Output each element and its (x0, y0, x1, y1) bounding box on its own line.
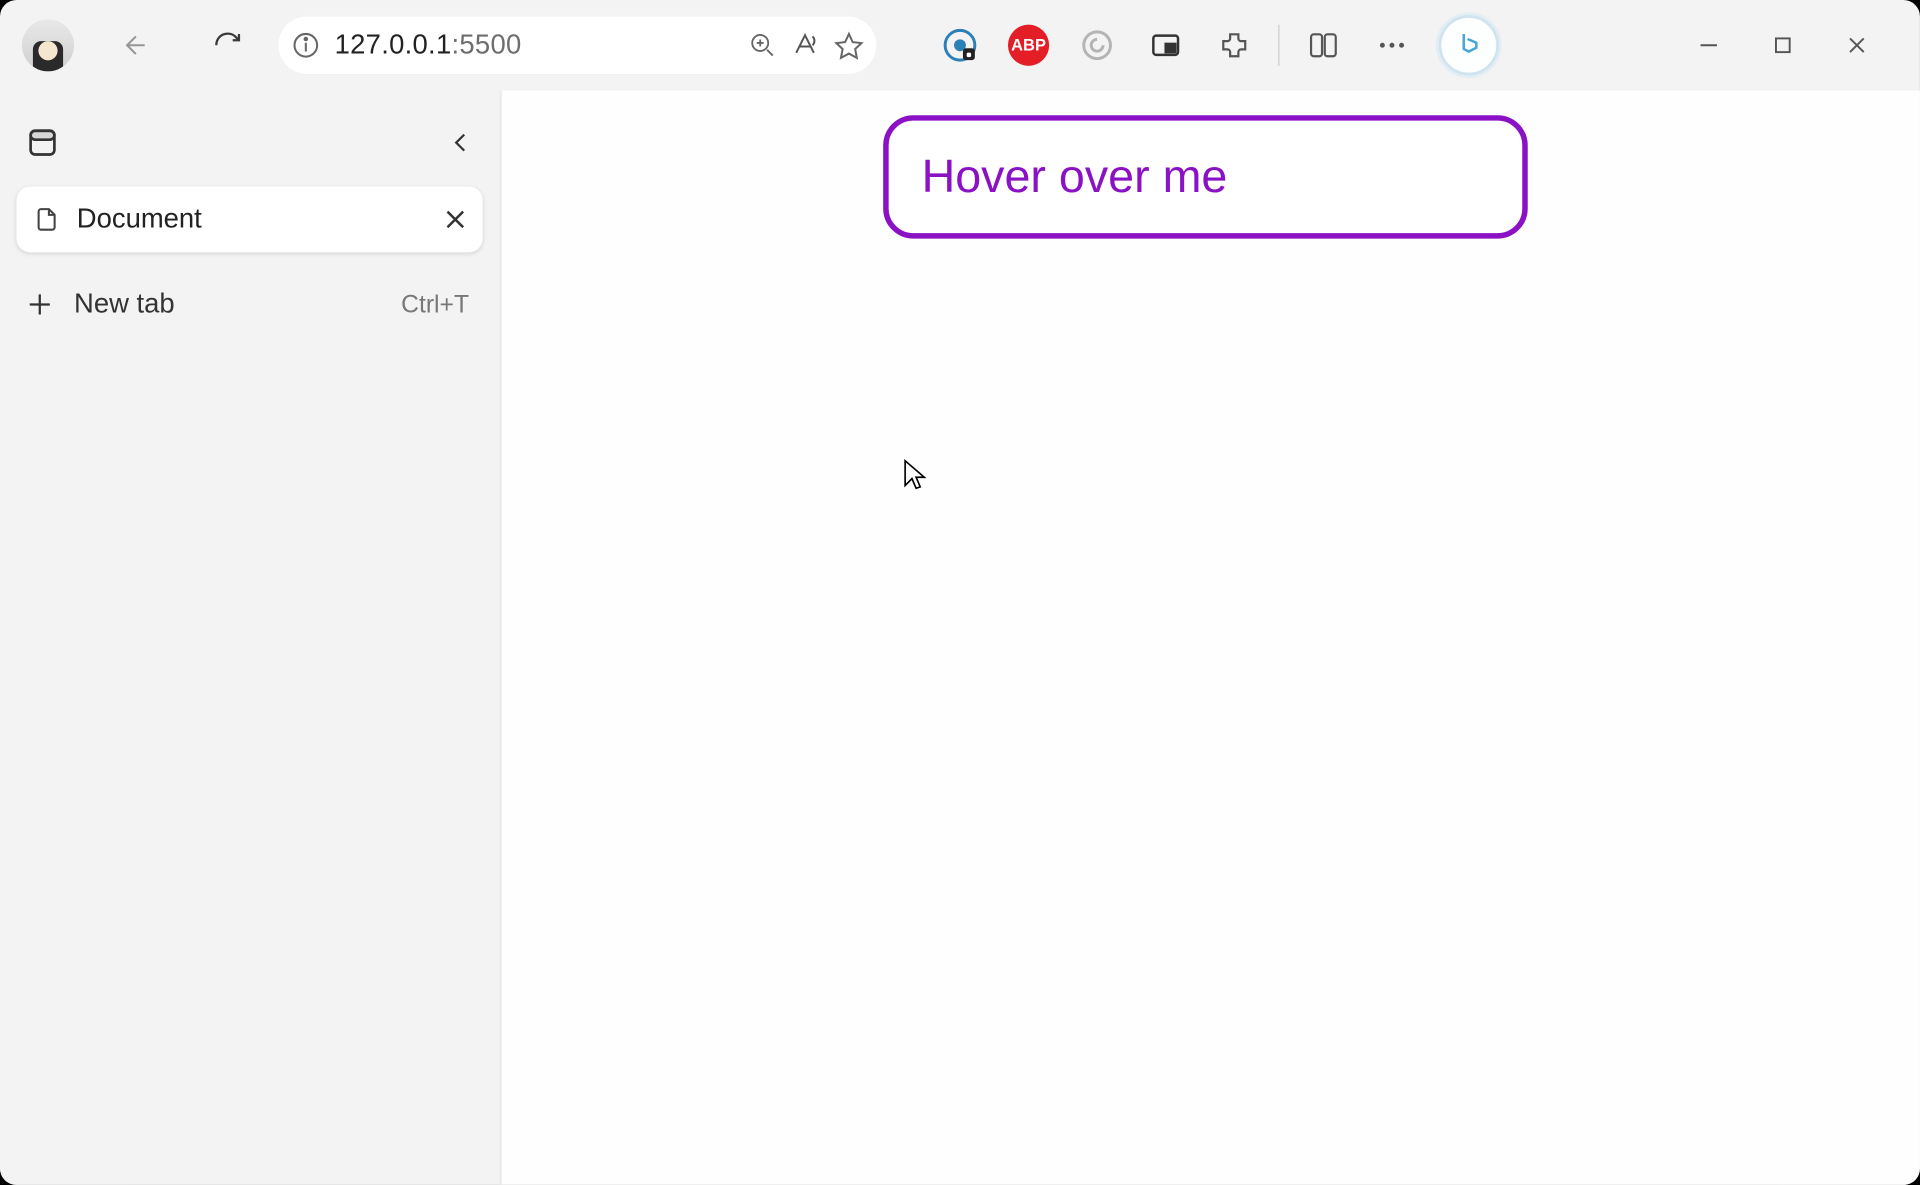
browser-window: 127.0.0.1:5500 ABP (0, 0, 1920, 1185)
site-info-icon[interactable] (291, 30, 321, 60)
tab-actions-icon[interactable] (25, 125, 61, 161)
vertical-tabs-sidebar: Document New tab Ctrl+T (0, 91, 502, 1185)
new-tab-button[interactable]: New tab Ctrl+T (16, 266, 482, 343)
read-aloud-icon[interactable] (790, 30, 820, 60)
url-text: 127.0.0.1:5500 (335, 29, 522, 61)
window-minimize-button[interactable] (1676, 15, 1742, 75)
bing-chat-icon[interactable] (1439, 15, 1499, 75)
plus-icon (25, 289, 55, 319)
refresh-button[interactable] (197, 15, 257, 75)
hover-text: Hover over me (922, 150, 1228, 203)
split-screen-icon[interactable] (1293, 15, 1353, 75)
hover-target-box[interactable]: Hover over me (883, 115, 1528, 238)
privacy-extension-icon[interactable] (930, 15, 990, 75)
new-tab-shortcut: Ctrl+T (401, 290, 469, 319)
window-maximize-button[interactable] (1750, 15, 1816, 75)
more-menu-icon[interactable] (1362, 15, 1422, 75)
pip-icon[interactable] (1136, 15, 1196, 75)
close-tab-icon[interactable] (444, 208, 466, 230)
profile-avatar[interactable] (22, 19, 74, 71)
tab-document[interactable]: Document (16, 187, 482, 253)
tab-title: Document (77, 204, 428, 236)
page-content: Hover over me (502, 91, 1920, 1185)
grammarly-extension-icon[interactable] (1067, 15, 1127, 75)
back-button[interactable] (107, 15, 167, 75)
browser-toolbar: 127.0.0.1:5500 ABP (0, 0, 1920, 91)
page-icon (33, 204, 60, 234)
window-close-button[interactable] (1824, 15, 1890, 75)
extensions-icon[interactable] (1204, 15, 1264, 75)
adblock-extension-icon[interactable]: ABP (998, 15, 1058, 75)
new-tab-label: New tab (74, 289, 382, 321)
zoom-icon[interactable] (749, 32, 776, 59)
favorite-star-icon[interactable] (834, 30, 864, 60)
address-bar[interactable]: 127.0.0.1:5500 (277, 15, 878, 75)
toolbar-divider (1278, 25, 1279, 66)
mouse-cursor-icon (902, 458, 927, 491)
collapse-sidebar-icon[interactable] (447, 129, 474, 156)
